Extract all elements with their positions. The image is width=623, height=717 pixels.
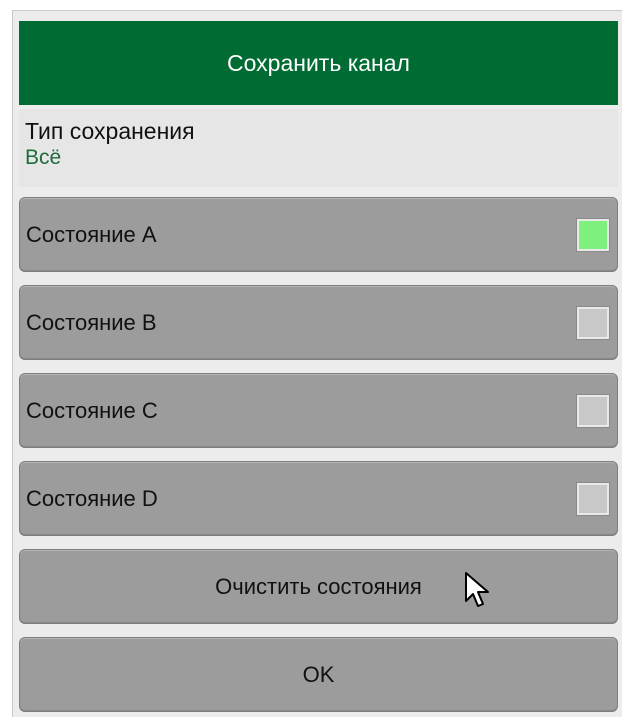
state-a-indicator-icon <box>576 217 610 252</box>
save-type-value: Всё <box>25 146 62 169</box>
state-b-indicator-icon <box>576 305 610 340</box>
save-type-label: Тип сохранения <box>25 118 195 144</box>
state-c-label: Состояние C <box>26 397 158 423</box>
state-d-indicator-icon <box>576 481 610 516</box>
dialog-title-text: Сохранить канал <box>227 49 410 76</box>
state-c-indicator-icon <box>576 393 610 428</box>
save-channel-dialog: Сохранить канал Тип сохранения Всё Состо… <box>12 10 622 717</box>
state-d-button[interactable]: Состояние D <box>19 461 618 536</box>
state-b-button[interactable]: Состояние B <box>19 285 618 360</box>
clear-states-label: Очистить состояния <box>215 573 422 599</box>
state-a-button[interactable]: Состояние A <box>19 197 618 272</box>
state-d-label: Состояние D <box>26 485 158 511</box>
ok-label: OK <box>302 661 335 687</box>
ok-button[interactable]: OK <box>19 637 618 712</box>
state-a-label: Состояние A <box>26 221 157 247</box>
mouse-pointer-icon <box>465 572 489 607</box>
dialog-title: Сохранить канал <box>19 21 618 105</box>
save-type-selector[interactable]: Тип сохранения Всё <box>19 109 618 187</box>
state-b-label: Состояние B <box>26 309 157 335</box>
clear-states-button[interactable]: Очистить состояния <box>19 549 618 624</box>
state-c-button[interactable]: Состояние C <box>19 373 618 448</box>
